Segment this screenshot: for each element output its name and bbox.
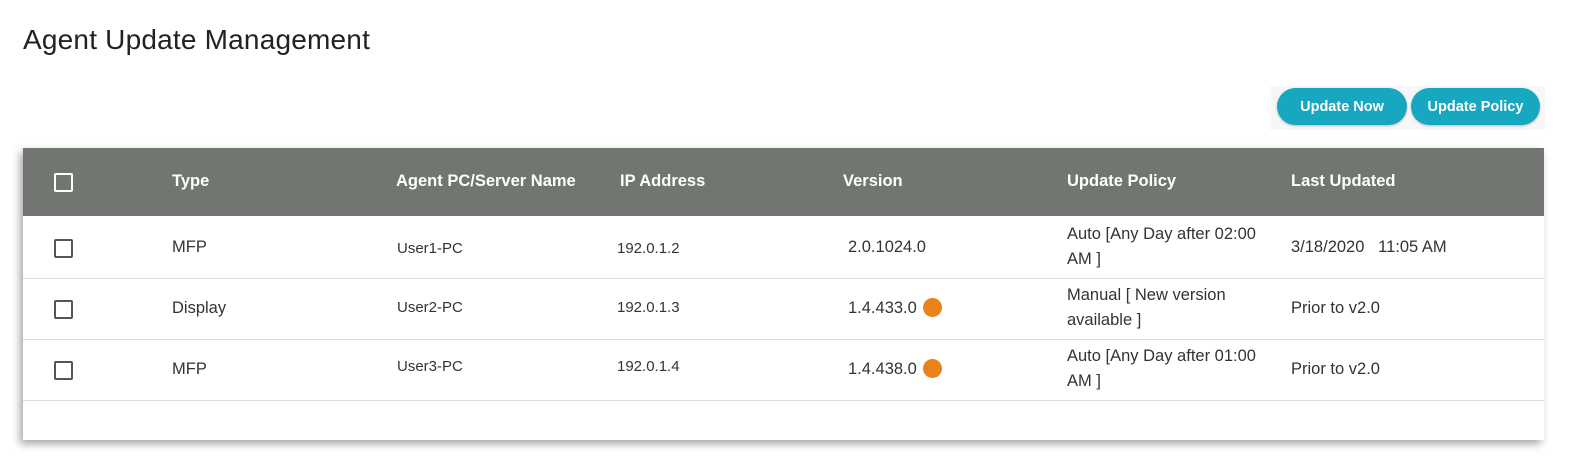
policy-cell: Manual [ New version available ] — [1067, 286, 1226, 329]
row-checkbox[interactable] — [54, 361, 73, 380]
page-title: Agent Update Management — [23, 24, 371, 55]
update-available-indicator — [922, 358, 942, 378]
type-cell: MFP — [172, 360, 207, 378]
column-header-ip[interactable]: IP Address — [620, 172, 705, 191]
column-header-name[interactable]: Agent PC/Server Name — [396, 172, 576, 191]
version-cell: 1.4.438.0 — [848, 358, 942, 379]
type-cell: MFP — [172, 238, 207, 256]
update-policy-button[interactable]: Update Policy — [1411, 88, 1540, 125]
version-cell: 1.4.433.0 — [848, 297, 942, 318]
select-all-checkbox[interactable] — [54, 173, 73, 192]
last-updated-cell: Prior to v2.0 — [1291, 360, 1380, 378]
policy-cell: Auto [Any Day after 01:00 AM ] — [1067, 347, 1256, 390]
version-text: 1.4.433.0 — [848, 299, 917, 317]
row-checkbox[interactable] — [54, 300, 73, 319]
version-cell: 2.0.1024.0 — [848, 238, 926, 257]
ip-cell: 192.0.1.4 — [617, 358, 680, 375]
agent-name-cell: User3-PC — [397, 358, 463, 375]
column-header-type[interactable]: Type — [172, 172, 209, 191]
version-text: 2.0.1024.0 — [848, 238, 926, 256]
last-updated-cell: 3/18/2020 11:05 AM — [1291, 238, 1447, 256]
agent-name-cell: User2-PC — [397, 299, 463, 316]
column-header-version[interactable]: Version — [843, 172, 903, 191]
table-row[interactable]: MFP User1-PC 192.0.1.2 2.0.1024.0 Auto [… — [23, 217, 1544, 279]
agent-table: Type Agent PC/Server Name IP Address Ver… — [23, 148, 1544, 440]
update-now-button[interactable]: Update Now — [1277, 88, 1407, 125]
column-header-last-updated[interactable]: Last Updated — [1291, 172, 1396, 191]
type-cell: Display — [172, 299, 227, 317]
table-row[interactable]: Display User2-PC 192.0.1.3 1.4.433.0 Man… — [23, 278, 1544, 340]
row-checkbox[interactable] — [54, 239, 73, 258]
last-updated-cell: Prior to v2.0 — [1291, 299, 1380, 317]
table-header: Type Agent PC/Server Name IP Address Ver… — [23, 148, 1544, 216]
ip-cell: 192.0.1.3 — [617, 299, 680, 316]
policy-cell: Auto [Any Day after 02:00 AM ] — [1067, 225, 1256, 268]
table-row[interactable]: MFP User3-PC 192.0.1.4 1.4.438.0 Auto [A… — [23, 339, 1544, 401]
column-header-policy[interactable]: Update Policy — [1067, 172, 1176, 191]
version-text: 1.4.438.0 — [848, 360, 917, 378]
update-available-indicator — [922, 297, 942, 317]
ip-cell: 192.0.1.2 — [617, 240, 680, 257]
agent-name-cell: User1-PC — [397, 240, 463, 257]
